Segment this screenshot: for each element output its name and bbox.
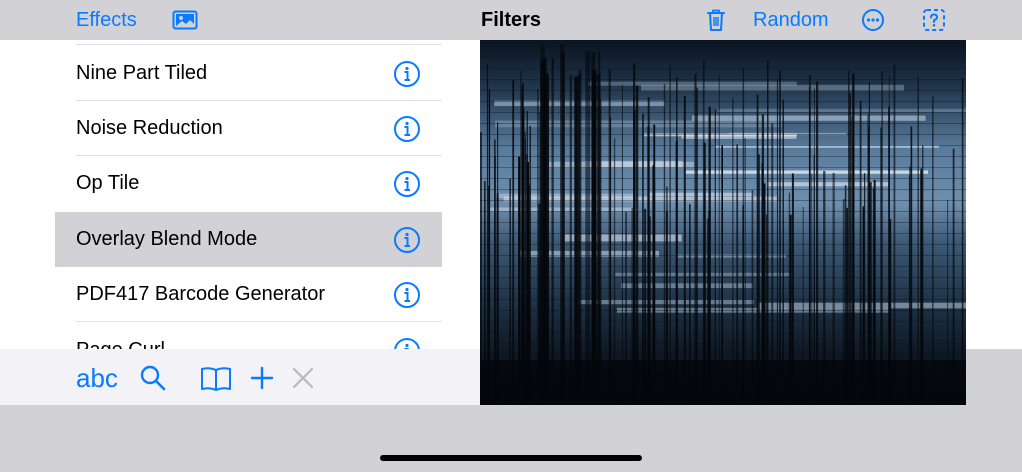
add-button[interactable] [249,365,275,391]
bottom-toolbar: abc [0,349,480,405]
list-item[interactable]: PDF417 Barcode Generator [55,267,442,322]
book-button[interactable] [199,364,233,394]
filter-label: Overlay Blend Mode [76,228,258,250]
search-button[interactable] [138,363,168,393]
navigation-bar: Effects Filters Random [0,0,1022,40]
clear-button[interactable] [291,366,315,390]
filter-label: Noise Reduction [76,117,223,139]
photo-button[interactable] [172,0,198,40]
filter-label: Nine Part Tiled [76,62,208,84]
close-icon [292,367,314,389]
info-icon[interactable] [393,170,421,198]
help-button[interactable] [922,0,946,40]
plus-icon [250,366,274,390]
list-item[interactable]: Nine Part Tiled [55,46,442,101]
list-item[interactable]: Op Tile [55,156,442,211]
filter-label: PDF417 Barcode Generator [76,283,326,305]
abc-button[interactable]: abc [76,361,118,395]
info-icon[interactable] [393,115,421,143]
filter-label: Op Tile [76,172,140,194]
row-separator [76,321,442,322]
more-button[interactable] [861,0,885,40]
list-item[interactable]: Noise Reduction [55,101,442,156]
filter-list[interactable]: Nine Part Tiled Noise Reduction Op Tile … [55,40,442,368]
random-label: Random [753,8,829,31]
effects-label: Effects [76,8,137,31]
list-item-selected[interactable]: Overlay Blend Mode [55,212,442,267]
filter-preview-image [480,40,966,405]
book-icon [201,367,231,391]
info-icon[interactable] [393,60,421,88]
info-icon[interactable] [393,226,421,254]
effects-button[interactable]: Effects [76,0,137,40]
info-icon[interactable] [393,281,421,309]
photo-icon [172,10,198,30]
search-icon [140,365,166,391]
abc-label: abc [76,362,118,393]
questionmark-square-dashed-icon [923,9,945,31]
trash-button[interactable] [706,0,726,40]
row-separator [76,44,442,45]
trash-icon [707,9,725,31]
home-indicator [380,455,642,461]
list-item[interactable] [55,40,442,45]
random-button[interactable]: Random [753,0,829,40]
ellipsis-circle-icon [862,9,884,31]
preview-graphic [480,40,966,405]
